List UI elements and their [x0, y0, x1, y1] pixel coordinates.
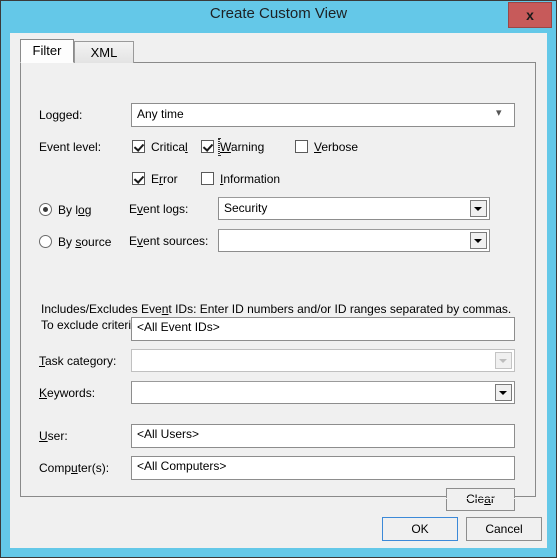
checkbox-information-box — [201, 172, 214, 185]
create-custom-view-dialog: Create Custom View x Filter XML Logged: … — [0, 0, 557, 558]
event-sources-label: Event sources: — [129, 234, 208, 248]
checkbox-error-label: Error — [151, 171, 178, 187]
keywords-label: Keywords: — [39, 386, 95, 400]
clear-button[interactable]: Clear — [446, 488, 515, 511]
footer-divider — [10, 498, 547, 499]
event-logs-label: Event logs: — [129, 202, 188, 216]
checkbox-warning-label: Warning — [220, 139, 264, 155]
computers-label: Computer(s): — [39, 461, 109, 475]
user-label: User: — [39, 429, 68, 443]
tab-xml[interactable]: XML — [74, 41, 134, 63]
window-title: Create Custom View — [1, 5, 556, 22]
dropdown-arrow-icon[interactable] — [495, 384, 512, 401]
dropdown-arrow-icon[interactable] — [470, 200, 487, 217]
logged-label: Logged: — [39, 108, 82, 122]
logged-combobox[interactable]: Any time ▾ — [131, 103, 515, 127]
tab-filter[interactable]: Filter — [20, 39, 74, 63]
logged-value: Any time — [137, 107, 184, 121]
checkbox-information-label: Information — [220, 171, 280, 187]
title-bar[interactable]: Create Custom View x — [1, 1, 556, 33]
radio-by-source-box — [39, 235, 52, 248]
filter-tab-panel: Logged: Any time ▾ Event level: Critical… — [20, 62, 536, 497]
close-icon[interactable]: x — [508, 2, 552, 28]
checkbox-critical-label: Critical — [151, 139, 188, 155]
chevron-down-icon: ▾ — [496, 108, 507, 119]
event-ids-value: <All Event IDs> — [137, 320, 220, 334]
checkbox-verbose-box — [295, 140, 308, 153]
event-sources-combobox[interactable] — [218, 229, 490, 252]
checkbox-verbose-label: Verbose — [314, 139, 358, 155]
user-value: <All Users> — [137, 427, 199, 441]
computers-input[interactable]: <All Computers> — [131, 456, 515, 480]
keywords-combobox[interactable] — [131, 381, 515, 404]
ok-button[interactable]: OK — [382, 517, 458, 541]
cancel-button[interactable]: Cancel — [466, 517, 542, 541]
computers-value: <All Computers> — [137, 459, 226, 473]
checkbox-critical-box — [132, 140, 145, 153]
dropdown-arrow-icon[interactable] — [470, 232, 487, 249]
radio-by-log-box — [39, 203, 52, 216]
radio-by-log-label: By log — [58, 202, 91, 218]
user-input[interactable]: <All Users> — [131, 424, 515, 448]
checkbox-warning-box — [201, 140, 214, 153]
event-ids-input[interactable]: <All Event IDs> — [131, 317, 515, 341]
dialog-client-area: Filter XML Logged: Any time ▾ Event leve… — [10, 33, 547, 548]
radio-by-source-label: By source — [58, 234, 111, 250]
checkbox-error-box — [132, 172, 145, 185]
dropdown-arrow-icon — [495, 352, 512, 369]
task-category-combobox[interactable] — [131, 349, 515, 372]
event-level-label: Event level: — [39, 140, 101, 154]
task-category-label: Task category: — [39, 354, 116, 368]
event-logs-combobox[interactable]: Security — [218, 197, 490, 220]
focus-rectangle — [218, 138, 220, 156]
event-logs-value: Security — [224, 201, 267, 215]
